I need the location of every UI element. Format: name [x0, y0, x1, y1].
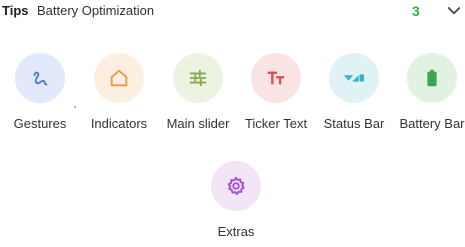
status-bar-icon	[343, 74, 365, 82]
home-outline-icon	[110, 69, 128, 87]
tune-icon	[189, 69, 207, 87]
text-format-icon	[267, 71, 285, 85]
tile-battery-bar-label: Battery Bar	[399, 116, 465, 131]
tile-battery-bar[interactable]: Battery Bar	[392, 53, 465, 133]
tile-gestures[interactable]: Gestures	[0, 53, 80, 133]
tile-extras-label: Extras	[217, 224, 255, 239]
tile-battery-bar-circle[interactable]	[407, 53, 457, 103]
tile-extras-circle[interactable]	[211, 161, 261, 211]
tile-indicators[interactable]: Indicators	[79, 53, 159, 133]
tile-indicators-circle[interactable]	[94, 53, 144, 103]
tile-main-slider-circle[interactable]	[173, 53, 223, 103]
battery-icon	[427, 69, 437, 87]
tile-gestures-circle[interactable]	[15, 53, 65, 103]
tips-bar[interactable]: Tips Battery Optimization 3	[0, 0, 465, 24]
tips-label: Tips	[2, 3, 29, 18]
gesture-icon	[33, 71, 48, 86]
tile-extras[interactable]: Extras	[196, 161, 276, 241]
tile-status-bar-circle[interactable]	[329, 53, 379, 103]
tips-count-badge: 3	[412, 3, 420, 19]
gear-icon	[227, 176, 245, 195]
tile-ticker-text-circle[interactable]	[251, 53, 301, 103]
tips-title[interactable]: Battery Optimization	[37, 3, 154, 18]
decorative-dot	[74, 106, 76, 108]
chevron-down-icon[interactable]	[445, 2, 463, 20]
